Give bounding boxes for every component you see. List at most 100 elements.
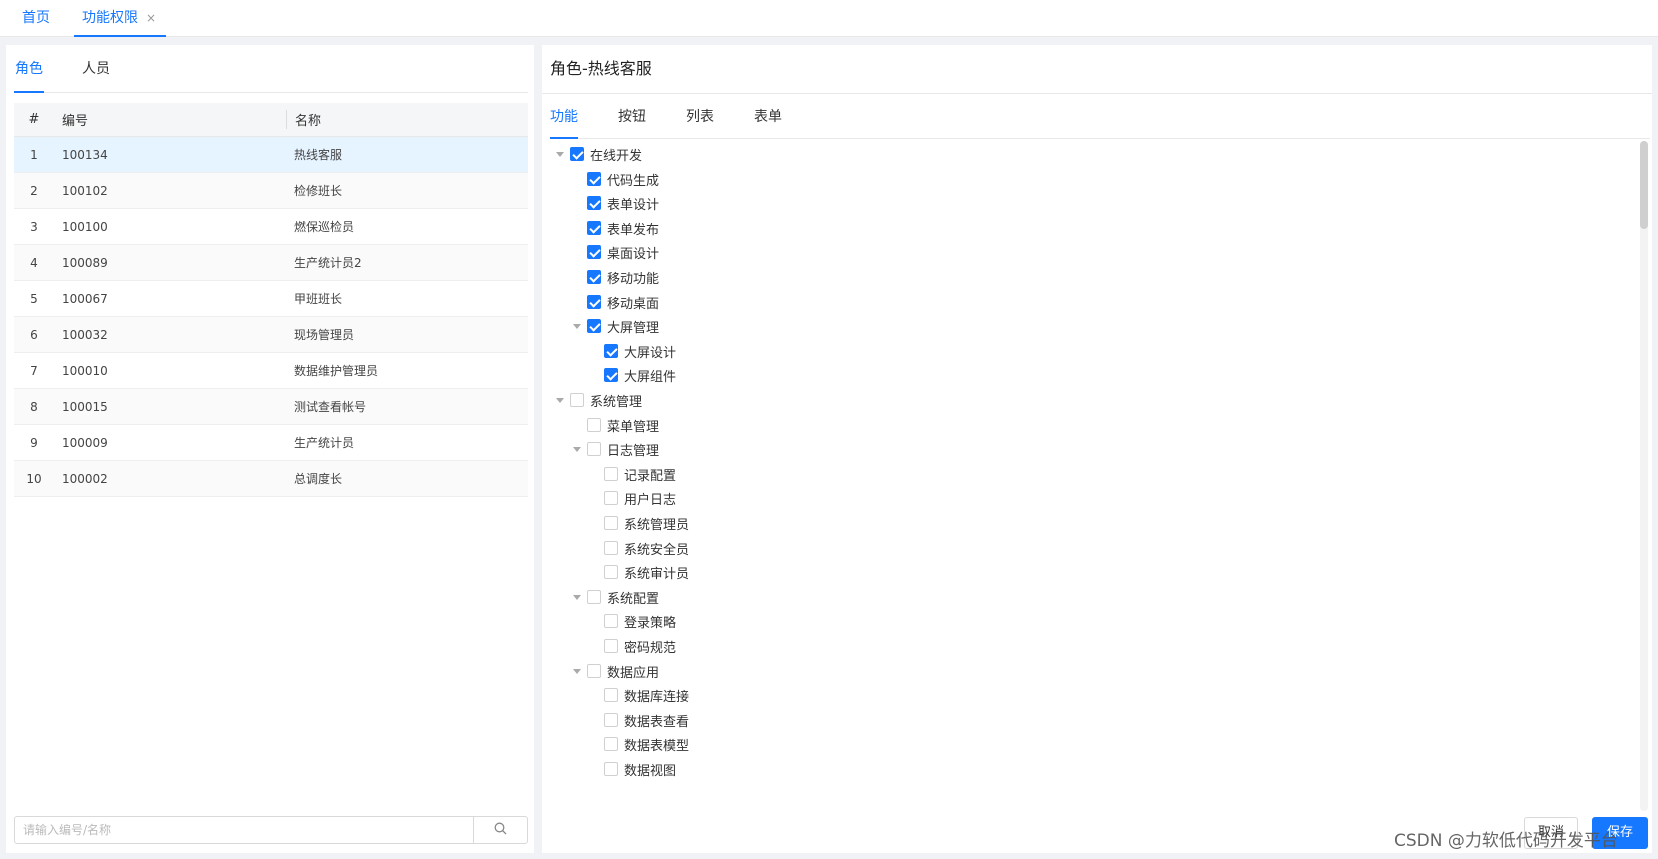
chevron-down-icon[interactable]: [552, 388, 568, 412]
row-index: 8: [30, 399, 38, 414]
tree-node-label: 在线开发: [590, 148, 643, 164]
chevron-down-icon[interactable]: [569, 314, 585, 338]
tree-checkbox[interactable]: [587, 664, 601, 678]
tree-node[interactable]: 系统审计员: [586, 560, 689, 584]
tab-person[interactable]: 人员: [82, 45, 110, 93]
tree-node[interactable]: 数据应用: [569, 659, 659, 683]
tree-checkbox[interactable]: [570, 393, 584, 407]
tree-checkbox[interactable]: [604, 344, 618, 358]
table-row[interactable]: 6 100032 现场管理员: [14, 317, 528, 353]
tree-checkbox[interactable]: [587, 196, 601, 210]
tree-checkbox[interactable]: [604, 491, 618, 505]
table-header: # 编号 名称: [14, 103, 528, 137]
tree-checkbox[interactable]: [604, 516, 618, 530]
tree-node-label: 数据库连接: [624, 689, 690, 705]
tree-node[interactable]: 系统配置: [569, 585, 659, 609]
tree-node[interactable]: 大屏组件: [586, 363, 676, 387]
row-code: 100010: [62, 363, 108, 378]
tree-checkbox[interactable]: [570, 147, 584, 161]
tree-node[interactable]: 菜单管理: [569, 413, 659, 437]
tree-node[interactable]: 登录策略: [586, 609, 676, 633]
tab-button[interactable]: 按钮: [618, 95, 646, 139]
chevron-down-icon[interactable]: [552, 142, 568, 166]
tree-checkbox[interactable]: [604, 565, 618, 579]
tree-node-label: 表单设计: [607, 197, 660, 213]
tree-node[interactable]: 数据表查看: [586, 708, 689, 732]
close-icon[interactable]: ×: [146, 11, 156, 25]
tab-function-permission[interactable]: 功能权限 ×: [74, 0, 166, 37]
tree-checkbox[interactable]: [587, 221, 601, 235]
row-index: 1: [30, 147, 38, 162]
search-input[interactable]: [15, 817, 473, 843]
table-row[interactable]: 4 100089 生产统计员2: [14, 245, 528, 281]
divider: [542, 93, 1652, 94]
tree-node[interactable]: 在线开发: [552, 142, 642, 166]
tree-checkbox[interactable]: [587, 270, 601, 284]
chevron-down-icon[interactable]: [569, 585, 585, 609]
search-icon: [494, 822, 507, 839]
tree-checkbox[interactable]: [587, 319, 601, 333]
column-header-index: #: [28, 112, 40, 127]
tab-list[interactable]: 列表: [686, 95, 714, 139]
row-index: 3: [30, 219, 38, 234]
table-row[interactable]: 7 100010 数据维护管理员: [14, 353, 528, 389]
tree-node[interactable]: 系统管理员: [586, 511, 689, 535]
tree-checkbox[interactable]: [587, 295, 601, 309]
tree-node[interactable]: 密码规范: [586, 634, 676, 658]
table-row[interactable]: 1 100134 热线客服: [14, 137, 528, 173]
tree-checkbox[interactable]: [604, 713, 618, 727]
tree-scrollbar[interactable]: [1640, 141, 1648, 811]
search-bar: [14, 816, 528, 844]
tree-node[interactable]: 移动桌面: [569, 290, 659, 314]
tree-node[interactable]: 代码生成: [569, 167, 659, 191]
tree-checkbox[interactable]: [604, 737, 618, 751]
tree-checkbox[interactable]: [587, 245, 601, 259]
table-row[interactable]: 10 100002 总调度长: [14, 461, 528, 497]
tree-node[interactable]: 大屏管理: [569, 314, 659, 338]
tree-checkbox[interactable]: [604, 541, 618, 555]
panel-title: 角色-热线客服: [550, 59, 652, 78]
tab-function[interactable]: 功能: [550, 95, 578, 139]
chevron-down-icon[interactable]: [569, 659, 585, 683]
tree-node[interactable]: 日志管理: [569, 437, 659, 461]
tree-node[interactable]: 数据库连接: [586, 683, 689, 707]
tab-role[interactable]: 角色: [14, 45, 44, 93]
tree-node[interactable]: 大屏设计: [586, 339, 676, 363]
tree-node[interactable]: 移动功能: [569, 265, 659, 289]
tree-checkbox[interactable]: [604, 467, 618, 481]
tab-form[interactable]: 表单: [754, 95, 782, 139]
table-row[interactable]: 2 100102 检修班长: [14, 173, 528, 209]
tree-node[interactable]: 系统管理: [552, 388, 642, 412]
tree-checkbox[interactable]: [604, 614, 618, 628]
table-row[interactable]: 3 100100 燃保巡检员: [14, 209, 528, 245]
tree-checkbox[interactable]: [604, 688, 618, 702]
row-name: 检修班长: [294, 184, 343, 198]
tree-node[interactable]: 数据视图: [586, 757, 676, 781]
tree-node[interactable]: 数据表模型: [586, 732, 689, 756]
search-button[interactable]: [473, 817, 527, 843]
row-index: 6: [30, 327, 38, 342]
tree-node[interactable]: 用户日志: [586, 486, 676, 510]
tree-checkbox[interactable]: [604, 368, 618, 382]
tree-node[interactable]: 系统安全员: [586, 536, 689, 560]
row-code: 100134: [62, 147, 108, 162]
row-code: 100102: [62, 183, 108, 198]
scrollbar-thumb[interactable]: [1640, 141, 1648, 229]
tree-checkbox[interactable]: [587, 172, 601, 186]
chevron-down-icon[interactable]: [569, 437, 585, 461]
tree-checkbox[interactable]: [587, 418, 601, 432]
tree-node-label: 数据视图: [624, 763, 677, 779]
tree-node[interactable]: 记录配置: [586, 462, 676, 486]
table-row[interactable]: 5 100067 甲班班长: [14, 281, 528, 317]
table-row[interactable]: 8 100015 测试查看帐号: [14, 389, 528, 425]
tab-home[interactable]: 首页: [22, 0, 50, 37]
tree-node[interactable]: 桌面设计: [569, 240, 659, 264]
tree-node[interactable]: 表单发布: [569, 216, 659, 240]
tree-checkbox[interactable]: [604, 639, 618, 653]
tree-checkbox[interactable]: [587, 590, 601, 604]
tree-checkbox[interactable]: [604, 762, 618, 776]
tree-checkbox[interactable]: [587, 442, 601, 456]
tree-node[interactable]: 表单设计: [569, 191, 659, 215]
right-panel: 角色-热线客服 功能 按钮 列表 表单 在线开发代码生成表单设计表单发布 桌面设计…: [542, 45, 1652, 853]
table-row[interactable]: 9 100009 生产统计员: [14, 425, 528, 461]
